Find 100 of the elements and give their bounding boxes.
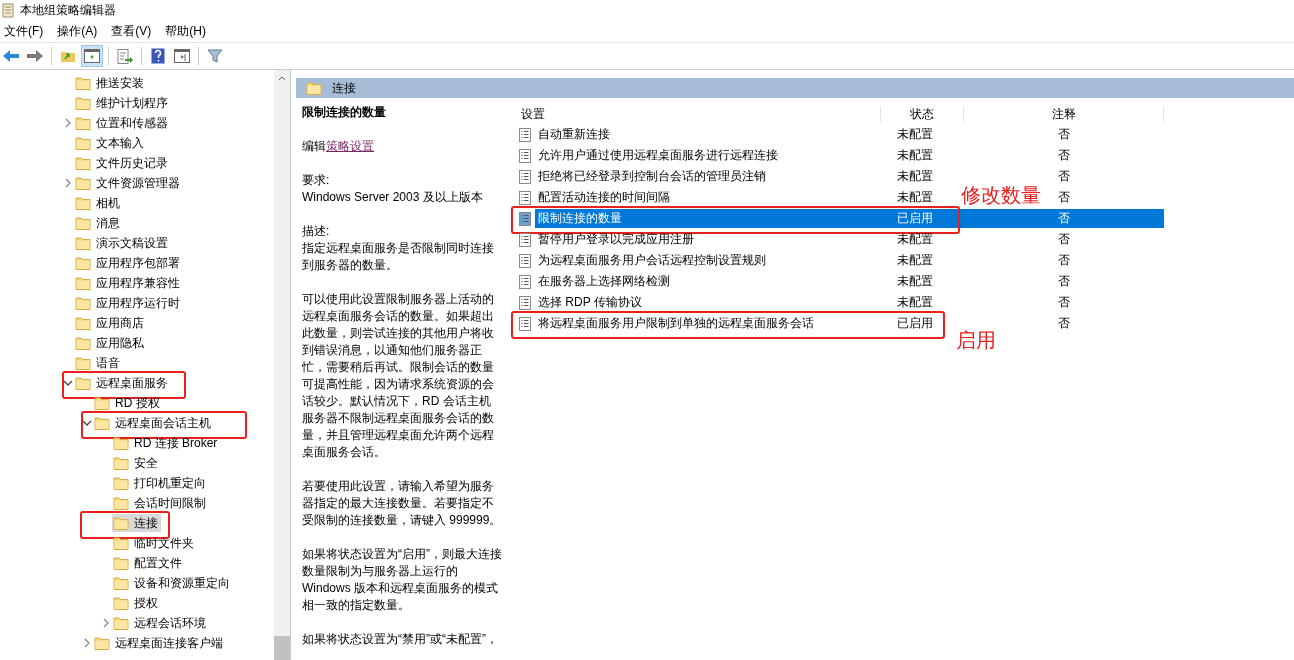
policy-icon [519, 127, 531, 142]
tree-item[interactable]: 演示文稿设置 [74, 234, 171, 252]
setting-name[interactable]: 暂停用户登录以完成应用注册 [535, 230, 881, 249]
comment-cell-text: 否 [1058, 147, 1070, 164]
state-cell-text: 已启用 [897, 315, 933, 332]
forward-arrow-icon [26, 49, 44, 63]
back-arrow-icon [2, 49, 20, 63]
setting-name[interactable]: 配置活动连接的时间间隔 [535, 188, 881, 207]
tree-item[interactable]: RD 连接 Broker [112, 434, 221, 452]
folder-icon [113, 436, 129, 450]
folder-icon [113, 576, 129, 590]
menu-item[interactable]: 查看(V) [111, 22, 152, 40]
tree-item[interactable]: 配置文件 [112, 554, 185, 572]
setting-name[interactable]: 在服务器上选择网络检测 [535, 272, 881, 291]
folder-icon [75, 156, 91, 170]
folder-icon [75, 256, 91, 270]
setting-name[interactable]: 允许用户通过使用远程桌面服务进行远程连接 [535, 146, 881, 165]
folder-up-icon [60, 49, 76, 63]
folder-icon [75, 316, 91, 330]
menu-item[interactable]: 帮助(H) [165, 22, 206, 40]
tree-item[interactable]: 文件历史记录 [74, 154, 171, 172]
annotation-text: 启用 [956, 328, 996, 353]
annotation-text: 修改数量 [961, 183, 1041, 208]
policy-icon [519, 274, 531, 289]
tree-item[interactable]: 远程桌面会话主机 [93, 414, 214, 432]
tree-item[interactable]: 远程会话环境 [112, 614, 209, 632]
tree-item[interactable]: 设备和资源重定向 [112, 574, 233, 592]
comment-cell-text: 否 [1058, 252, 1070, 269]
tree-item[interactable]: 授权 [112, 594, 161, 612]
tree-item[interactable]: 相机 [74, 194, 123, 212]
policy-icon [519, 316, 531, 331]
policy-icon [519, 295, 531, 310]
policy-title: 限制连接的数量 [302, 104, 387, 121]
column-header[interactable]: 注释 [964, 105, 1164, 123]
tree-item[interactable]: 远程桌面连接客户端 [93, 634, 226, 652]
folder-icon [75, 76, 91, 90]
tree-item[interactable]: 应用程序兼容性 [74, 274, 183, 292]
folder-icon [113, 536, 129, 550]
comment-cell-text: 否 [1058, 126, 1070, 143]
folder-icon [75, 276, 91, 290]
comment-cell-text: 否 [1058, 231, 1070, 248]
requirements-label: 要求: [302, 172, 331, 189]
policy-icon [519, 211, 531, 226]
menu-item[interactable]: 操作(A) [57, 22, 98, 40]
folder-icon [75, 136, 91, 150]
setting-name[interactable]: 将远程桌面服务用户限制到单独的远程桌面服务会话 [535, 314, 881, 333]
column-header[interactable]: 设置 [511, 105, 881, 123]
tree-item[interactable]: 推送安装 [74, 74, 147, 92]
tree-item[interactable]: 应用程序包部署 [74, 254, 183, 272]
policy-icon [519, 253, 531, 268]
description-label: 描述: [302, 223, 331, 240]
state-cell-text: 未配置 [897, 273, 933, 290]
tree-item[interactable]: 会话时间限制 [112, 494, 209, 512]
state-cell-text: 未配置 [897, 126, 933, 143]
tree-item[interactable]: 消息 [74, 214, 123, 232]
tree-item[interactable]: 远程桌面服务 [74, 374, 171, 392]
tree-item[interactable]: 安全 [112, 454, 161, 472]
setting-name[interactable]: 为远程桌面服务用户会话远程控制设置规则 [535, 251, 881, 270]
setting-name[interactable]: 拒绝将已经登录到控制台会话的管理员注销 [535, 167, 881, 186]
scrollbar-thumb[interactable] [274, 636, 290, 660]
requirements-text: Windows Server 2003 及以上版本 [302, 189, 484, 206]
folder-icon [75, 236, 91, 250]
tree-item[interactable]: 文件资源管理器 [74, 174, 183, 192]
tree-item[interactable]: 语音 [74, 354, 123, 372]
setting-name[interactable]: 自动重新连接 [535, 125, 881, 144]
tree-item[interactable]: 维护计划程序 [74, 94, 171, 112]
policy-icon [519, 148, 531, 163]
app-icon [2, 2, 15, 18]
description-text: 如果将状态设置为“启用”，则最大连接数量限制为与服务器上运行的 Windows 版本和远程桌面服务的模式相一致的指定数量。 [302, 546, 502, 614]
description-text: 可以使用此设置限制服务器上活动的远程桌面服务会话的数量。如果超出此数量，则尝试连接的其他用户将收到错误消息，以通知他们服务器正忙，需要稍后再试。限制会话的数量可提高性能，因为请求系统资源的会话较少。默认情况下，RD 会话主机服务器不限制远程桌面服务会话的数量，并且管理远程桌面允许两个远程桌面服务会话。 [302, 291, 495, 461]
state-cell-text: 未配置 [897, 252, 933, 269]
scrollbar[interactable] [274, 70, 290, 660]
tree-item[interactable]: 应用商店 [74, 314, 147, 332]
setting-name[interactable]: 限制连接的数量 [535, 209, 881, 228]
column-header[interactable]: 状态 [881, 105, 964, 123]
tree-item[interactable]: 连接 [112, 514, 161, 532]
show-tree-button[interactable] [81, 45, 103, 67]
folder-icon [113, 596, 129, 610]
state-cell-text: 未配置 [897, 294, 933, 311]
setting-name[interactable]: 选择 RDP 传输协议 [535, 293, 881, 312]
section-title: 连接 [332, 79, 356, 97]
folder-icon [75, 116, 91, 130]
tree-item[interactable]: 临时文件夹 [112, 534, 197, 552]
tree-item[interactable]: 应用隐私 [74, 334, 147, 352]
tree-item[interactable]: 打印机重定向 [112, 474, 209, 492]
folder-icon [75, 196, 91, 210]
comment-cell-text: 否 [1058, 189, 1070, 206]
state-cell-text: 未配置 [897, 168, 933, 185]
menu-item[interactable]: 文件(F) [4, 22, 44, 40]
policy-settings-link[interactable]: 策略设置 [326, 139, 374, 153]
tree-item[interactable]: 应用程序运行时 [74, 294, 183, 312]
tree-item[interactable]: 文本输入 [74, 134, 147, 152]
folder-icon [113, 556, 129, 570]
description-text: 若要使用此设置，请输入希望为服务器指定的最大连接数量。若要指定不受限制的连接数量，请键入 999999。 [302, 478, 502, 529]
tree-item[interactable]: RD 授权 [93, 394, 163, 412]
tree-item[interactable]: 位置和传感器 [74, 114, 171, 132]
folder-icon [113, 496, 129, 510]
policy-icon [519, 190, 531, 205]
comment-cell-text: 否 [1058, 273, 1070, 290]
folder-icon [75, 96, 91, 110]
